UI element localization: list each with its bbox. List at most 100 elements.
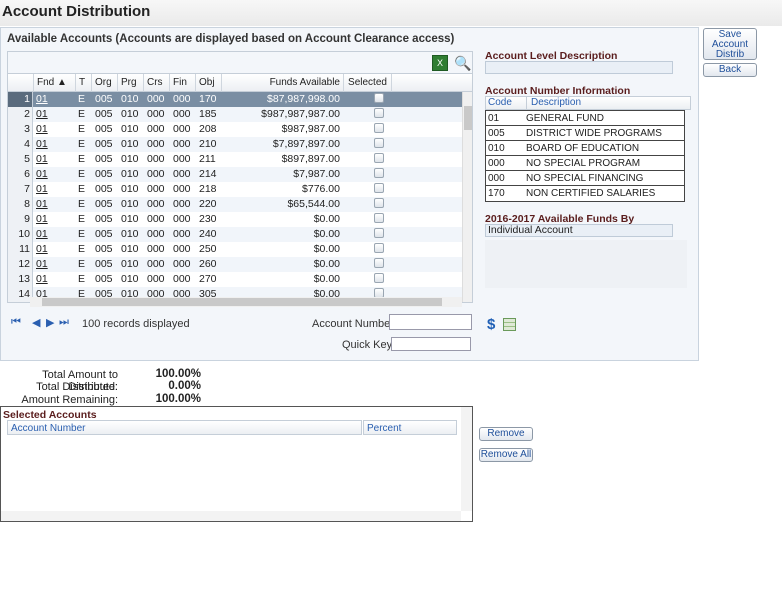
table-row[interactable]: 7 01 E 005 010 000 000 218 $776.00 [8,182,462,197]
cell-fnd[interactable]: 01 [36,242,74,257]
cell-fnd[interactable]: 01 [36,122,74,137]
selected-horizontal-scrollbar[interactable] [1,511,461,521]
cell-org: 005 [95,243,113,255]
selected-vertical-scrollbar[interactable] [461,407,472,511]
table-row[interactable]: 11 01 E 005 010 000 000 250 $0.00 [8,242,462,257]
table-row[interactable]: 12 01 E 005 010 000 000 260 $0.00 [8,257,462,272]
table-row[interactable]: 4 01 E 005 010 000 000 210 $7,897,897.00 [8,137,462,152]
cell-fnd[interactable]: 01 [36,137,74,152]
cell-funds: $987,987.00 [281,123,340,135]
cell-fnd[interactable]: 01 [36,212,74,227]
col-header-t[interactable]: T [76,74,92,92]
percent-column-header[interactable]: Percent [363,420,457,435]
account-number-column-header[interactable]: Account Number [7,420,362,435]
cell-t: E [78,138,86,150]
spreadsheet-icon[interactable] [503,318,516,331]
account-level-description-field [485,61,673,74]
selected-checkbox[interactable] [374,93,384,103]
table-row[interactable]: 10 01 E 005 010 000 000 240 $0.00 [8,227,462,242]
first-page-icon[interactable]: ⏮ [11,316,21,329]
cell-fnd[interactable]: 01 [36,197,74,212]
cell-fnd[interactable]: 01 [36,107,74,122]
cell-fnd[interactable]: 01 [36,272,74,287]
col-header-org[interactable]: Org [92,74,118,92]
dollar-icon[interactable]: $ [487,316,495,333]
previous-page-icon[interactable]: ◀ [32,316,40,329]
cell-prg: 010 [121,138,139,150]
selected-checkbox[interactable] [374,108,384,118]
cell-t: E [78,198,86,210]
table-row[interactable]: 5 01 E 005 010 000 000 211 $897,897.00 [8,152,462,167]
remove-button[interactable]: Remove [479,427,533,441]
cell-t: E [78,273,86,285]
selected-checkbox[interactable] [374,258,384,268]
account-info-header: Code Description [485,96,691,110]
selected-checkbox[interactable] [374,153,384,163]
col-header-obj[interactable]: Obj [196,74,222,92]
col-header-selected[interactable]: Selected [344,74,392,92]
amount-remaining-value: 100.00% [155,393,201,405]
selected-checkbox[interactable] [374,198,384,208]
col-header-prg[interactable]: Prg [118,74,144,92]
row-number: 1 [8,92,33,107]
cell-crs: 000 [147,93,165,105]
cell-prg: 010 [121,153,139,165]
excel-export-icon[interactable]: X [432,55,448,71]
cell-fnd[interactable]: 01 [36,182,74,197]
selected-checkbox[interactable] [374,183,384,193]
selected-checkbox[interactable] [374,213,384,223]
table-row[interactable]: 6 01 E 005 010 000 000 214 $7,987.00 [8,167,462,182]
cell-fnd[interactable]: 01 [36,167,74,182]
cell-org: 005 [95,108,113,120]
selected-checkbox[interactable] [374,138,384,148]
total-distributed-value: 0.00% [168,380,201,392]
account-number-label: Account Number: [312,318,397,330]
back-button[interactable]: Back [703,63,757,77]
table-row[interactable]: 8 01 E 005 010 000 000 220 $65,544.00 [8,197,462,212]
grid-horizontal-scrollbar[interactable] [30,297,462,307]
cell-fnd[interactable]: 01 [36,152,74,167]
col-header-fnd[interactable]: Fnd ▲ [34,74,76,92]
cell-fnd[interactable]: 01 [36,227,74,242]
cell-funds: $0.00 [313,273,340,285]
available-funds-by-field: Individual Account [485,224,673,237]
cell-fin: 000 [173,198,191,210]
remove-all-button[interactable]: Remove All [479,448,533,462]
table-row[interactable]: 9 01 E 005 010 000 000 230 $0.00 [8,212,462,227]
cell-t: E [78,108,86,120]
cell-org: 005 [95,273,113,285]
save-account-distrib-button[interactable]: Save Account Distrib [703,28,757,60]
col-header-funds[interactable]: Funds Available [222,74,344,92]
grid-toolbar: X 🔍 [7,51,473,73]
selected-checkbox[interactable] [374,168,384,178]
table-row[interactable]: 3 01 E 005 010 000 000 208 $987,987.00 [8,122,462,137]
account-number-input[interactable] [389,314,472,330]
col-header-fin[interactable]: Fin [170,74,196,92]
cell-org: 005 [95,228,113,240]
selected-checkbox[interactable] [374,123,384,133]
selected-checkbox[interactable] [374,228,384,238]
table-row[interactable]: 2 01 E 005 010 000 000 185 $987,987,987.00 [8,107,462,122]
selected-checkbox[interactable] [374,243,384,253]
cell-fnd[interactable]: 01 [36,257,74,272]
cell-obj: 211 [199,153,216,165]
selected-checkbox[interactable] [374,273,384,283]
quick-key-input[interactable] [391,337,471,351]
horizontal-scroll-thumb[interactable] [42,298,442,306]
cell-fnd[interactable]: 01 [36,92,74,107]
cell-funds: $7,987.00 [293,168,340,180]
row-number: 6 [8,167,33,182]
next-page-icon[interactable]: ▶ [46,316,54,329]
cell-org: 005 [95,138,113,150]
table-row[interactable]: 1 01 E 005 010 000 000 170 $87,987,998.00 [8,92,462,107]
cell-crs: 000 [147,228,165,240]
cell-prg: 010 [121,108,139,120]
table-row[interactable]: 13 01 E 005 010 000 000 270 $0.00 [8,272,462,287]
print-preview-icon[interactable]: 🔍 [454,55,471,71]
cell-fin: 000 [173,93,191,105]
account-code: 000 [488,173,505,184]
last-page-icon[interactable]: ⏭ [59,316,69,329]
col-header-crs[interactable]: Crs [144,74,170,92]
grid-vertical-scrollbar[interactable] [462,92,472,302]
vertical-scroll-thumb[interactable] [464,106,472,130]
